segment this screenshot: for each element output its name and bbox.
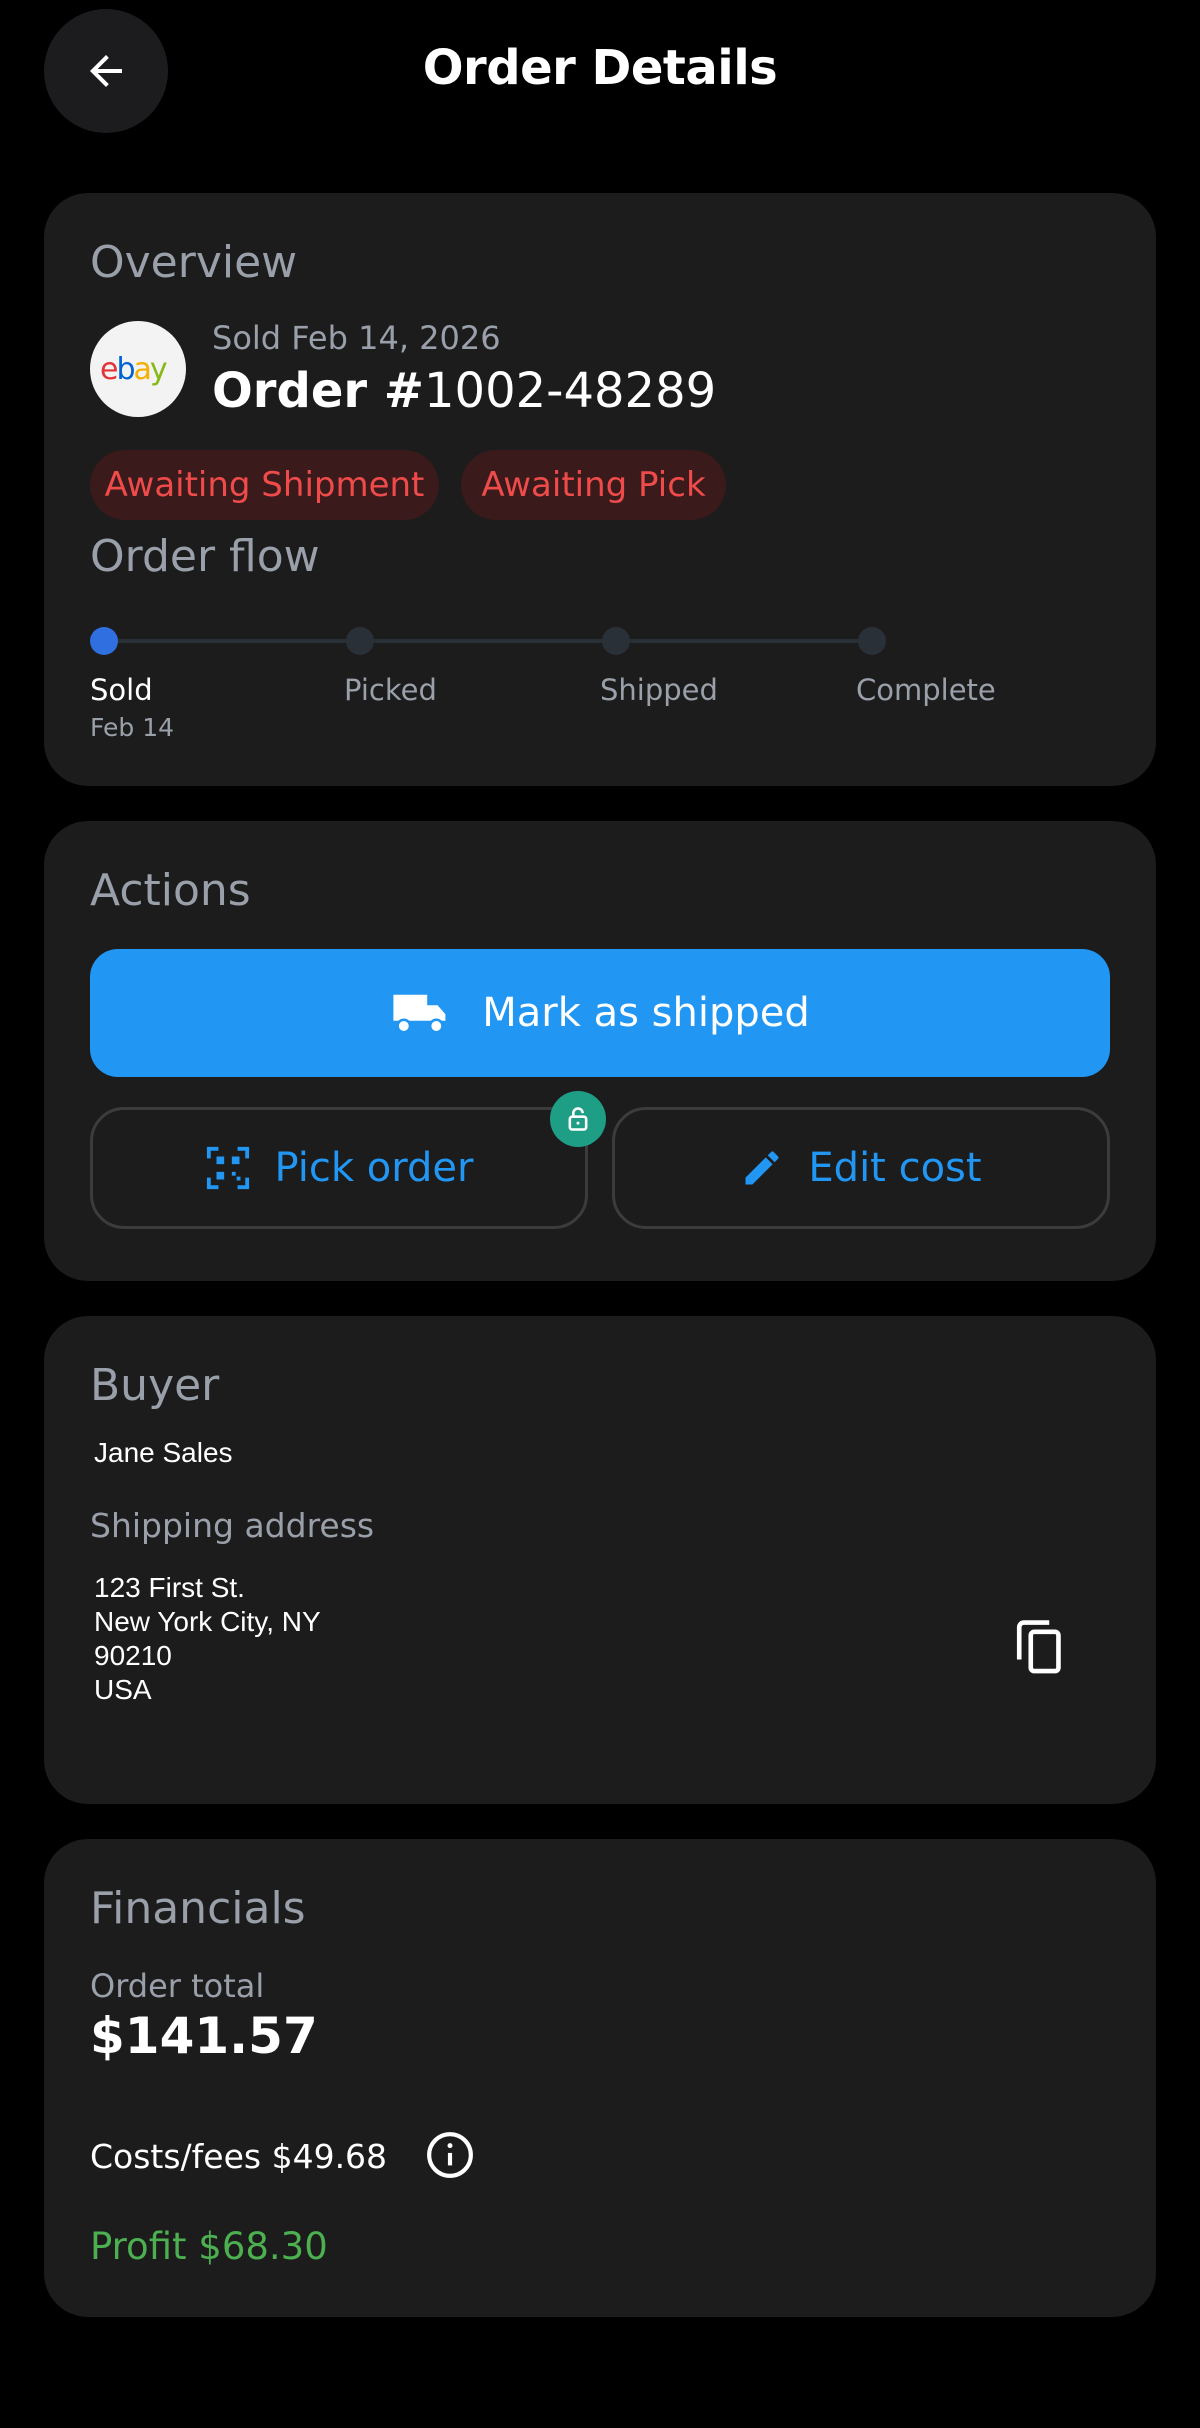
order-total-label: Order total — [90, 1967, 265, 2005]
profit-value: Profit $68.30 — [90, 2225, 328, 2268]
status-badge-shipment: Awaiting Shipment — [90, 450, 439, 520]
address-line-city: New York City, NY — [94, 1606, 321, 1637]
financials-card: Financials Order total $141.57 Costs/fee… — [44, 1839, 1156, 2317]
flow-step-dot-picked — [346, 627, 374, 655]
order-number: Order #1002-48289 — [212, 363, 716, 419]
flow-step-dot-shipped — [602, 627, 630, 655]
sold-date: Sold Feb 14, 2026 — [212, 319, 501, 357]
overview-title: Overview — [90, 237, 298, 288]
buyer-card: Buyer Jane Sales Shipping address 123 Fi… — [44, 1316, 1156, 1804]
copy-address-button[interactable] — [1008, 1616, 1072, 1680]
ebay-logo-icon: ebay — [100, 352, 169, 387]
ebay-logo: ebay — [90, 321, 186, 417]
app-header: Order Details — [0, 0, 1200, 140]
costs-fees: Costs/fees $49.68 — [90, 2137, 388, 2176]
order-number-value: 1002-48289 — [424, 363, 717, 419]
financials-title: Financials — [90, 1883, 306, 1934]
shipping-address-title: Shipping address — [90, 1506, 375, 1545]
flow-step-dot-complete — [858, 627, 886, 655]
address-line-zip: 90210 — [94, 1640, 172, 1671]
pick-order-button[interactable]: Pick order — [90, 1107, 588, 1229]
flow-step-dot-sold — [90, 627, 118, 655]
flow-step-label-complete: Complete — [856, 673, 996, 707]
status-badge-pick: Awaiting Pick — [461, 450, 726, 520]
mark-as-shipped-button[interactable]: Mark as shipped — [90, 949, 1110, 1077]
order-total-value: $141.57 — [90, 2007, 318, 2065]
edit-cost-label: Edit cost — [808, 1145, 982, 1191]
actions-card: Actions Mark as shipped Pick order Edit … — [44, 821, 1156, 1281]
edit-cost-button[interactable]: Edit cost — [612, 1107, 1110, 1229]
overview-card: Overview ebay Sold Feb 14, 2026 Order #1… — [44, 193, 1156, 786]
lock-open-badge — [550, 1091, 606, 1147]
order-flow-track — [104, 639, 872, 643]
flow-step-label-shipped: Shipped — [600, 673, 718, 707]
costs-info-button[interactable] — [424, 2129, 476, 2181]
order-flow-title: Order flow — [90, 531, 320, 582]
buyer-title: Buyer — [90, 1360, 220, 1411]
buyer-name: Jane Sales — [94, 1437, 233, 1468]
actions-title: Actions — [90, 865, 251, 916]
info-icon — [427, 2132, 473, 2178]
page-title: Order Details — [422, 40, 778, 96]
truck-icon — [393, 994, 446, 1034]
flow-step-label-sold: Sold — [90, 673, 153, 707]
address-line-country: USA — [94, 1674, 152, 1705]
lock-open-icon — [568, 1107, 588, 1131]
flow-step-date-sold: Feb 14 — [90, 713, 175, 742]
svg-text:ebay: ebay — [100, 352, 167, 387]
order-number-prefix: Order # — [212, 363, 424, 419]
address-line-street: 123 First St. — [94, 1572, 245, 1603]
flow-step-label-picked: Picked — [344, 673, 437, 707]
mark-as-shipped-label: Mark as shipped — [482, 990, 810, 1036]
qr-code-scan-icon — [206, 1146, 249, 1190]
pencil-icon — [745, 1151, 779, 1185]
copy-icon — [1016, 1620, 1061, 1674]
pick-order-label: Pick order — [274, 1145, 474, 1191]
